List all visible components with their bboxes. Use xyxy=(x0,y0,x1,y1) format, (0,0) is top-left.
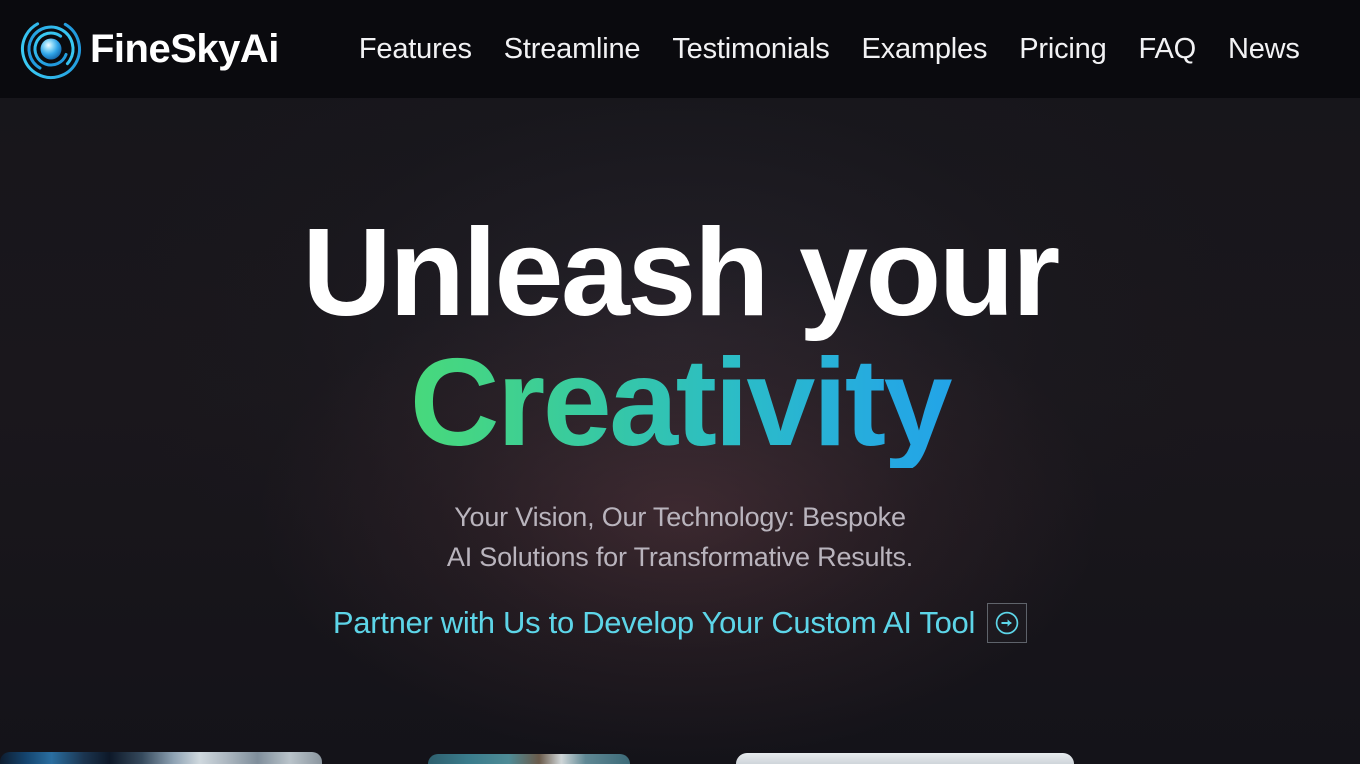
hero-section: Unleash your Creativity Your Vision, Our… xyxy=(0,98,1360,764)
nav-item-streamline[interactable]: Streamline xyxy=(488,28,657,71)
partner-cta-label: Partner with Us to Develop Your Custom A… xyxy=(332,605,976,641)
site-header: FineSkyAi Features Streamline Testimonia… xyxy=(0,0,1360,98)
nav-item-examples[interactable]: Examples xyxy=(846,28,1004,71)
concentric-rings-orb-icon xyxy=(18,16,84,82)
hero-cta-container: Partner with Us to Develop Your Custom A… xyxy=(332,602,1028,643)
arrow-right-circle-icon[interactable] xyxy=(987,602,1028,643)
hero-subtitle-line2: AI Solutions for Transformative Results. xyxy=(446,541,914,572)
hero-content: Unleash your Creativity Your Vision, Our… xyxy=(0,98,1360,764)
hero-title-line1: Unleash your xyxy=(302,204,1060,342)
nav-item-pricing[interactable]: Pricing xyxy=(1003,28,1122,71)
brand-logo-link[interactable]: FineSkyAi xyxy=(18,16,279,82)
hero-subtitle: Your Vision, Our Technology: Bespoke AI … xyxy=(447,498,913,576)
nav-item-news[interactable]: News xyxy=(1212,28,1316,71)
hero-subtitle-line1: Your Vision, Our Technology: Bespoke xyxy=(454,502,906,533)
nav-item-testimonials[interactable]: Testimonials xyxy=(656,28,845,71)
brand-name: FineSkyAi xyxy=(90,27,279,71)
partner-cta-link[interactable]: Partner with Us to Develop Your Custom A… xyxy=(332,602,1028,643)
page-root: FineSkyAi Features Streamline Testimonia… xyxy=(0,0,1360,764)
nav-item-faq[interactable]: FAQ xyxy=(1123,28,1212,71)
nav-item-features[interactable]: Features xyxy=(343,28,488,71)
main-navigation: Features Streamline Testimonials Example… xyxy=(343,28,1316,71)
hero-title-highlight: Creativity xyxy=(302,338,1058,468)
page-title: Unleash your Creativity xyxy=(302,208,1060,468)
